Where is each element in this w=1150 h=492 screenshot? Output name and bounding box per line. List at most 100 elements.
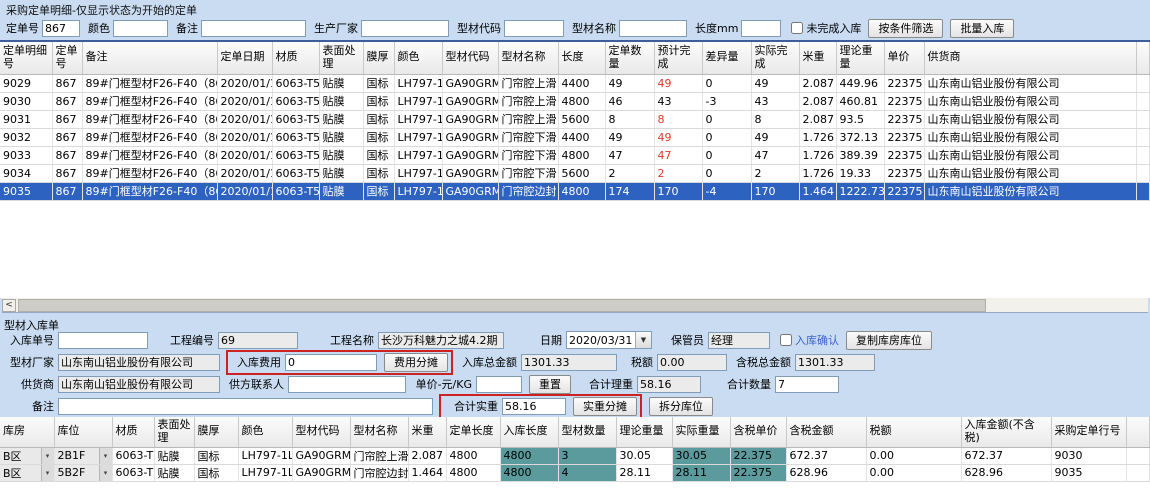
cell[interactable]: 6063-T5 [112,464,154,481]
filter-input-order-no[interactable] [42,20,80,37]
cell[interactable]: LH797-1LL0 [394,164,442,182]
cell[interactable]: 门帘腔边封 [350,464,408,481]
cell[interactable]: 6063-T5 [272,92,319,110]
cell[interactable]: 1222.73 [836,182,884,200]
cell[interactable]: 6063-T5 [272,128,319,146]
cell[interactable]: 4800 [558,92,605,110]
date-picker[interactable]: ▼ [566,331,652,349]
cell[interactable]: LH797-1LL0 [394,128,442,146]
cell[interactable]: 0 [702,146,751,164]
cell[interactable]: -4 [702,182,751,200]
cell[interactable]: 89#门框型材F26-F40（866+867） [82,182,217,200]
project-no-input[interactable] [218,332,298,349]
cell[interactable]: 89#门框型材F26-F40（866+867） [82,74,217,92]
cell[interactable]: 2020/01/13 [217,128,272,146]
cell[interactable]: GA90GRM03 [442,110,498,128]
cell[interactable]: GA90GRM03 [442,74,498,92]
cell[interactable]: 国标 [194,447,238,464]
horizontal-scrollbar[interactable]: < [2,298,1148,313]
cell[interactable]: 49 [751,128,799,146]
copy-warehouse-location-button[interactable]: 复制库房库位 [846,331,932,350]
filter-input-remark[interactable] [201,20,306,37]
cell[interactable]: 49 [605,128,654,146]
total-qty-input[interactable] [775,376,839,393]
cell[interactable]: 22375 [884,74,924,92]
cell[interactable]: 门帘腔下滑 [498,128,558,146]
cell[interactable]: 93.5 [836,110,884,128]
cell-combo[interactable]: 5B2F▾ [55,465,112,481]
cell[interactable]: 山东南山铝业股份有限公司 [924,74,1136,92]
cell[interactable]: 867 [52,92,82,110]
cell[interactable]: 2 [751,164,799,182]
order-table-row[interactable]: 903086789#门框型材F26-F40（866+867）2020/01/13… [0,92,1150,110]
cell[interactable]: 门帘腔边封 [498,182,558,200]
cell[interactable]: 门帘腔上滑 [498,110,558,128]
cell[interactable]: 672.37 [961,447,1051,464]
cell[interactable]: LH797-1LL0 [238,464,292,481]
cell[interactable]: GA90GRM04 [442,146,498,164]
cell[interactable]: 2.087 [799,92,836,110]
project-name-input[interactable] [378,332,504,349]
cell[interactable]: 9030 [0,92,52,110]
cell[interactable]: 山东南山铝业股份有限公司 [924,128,1136,146]
cell[interactable]: 1.726 [799,146,836,164]
cell[interactable]: 1.464 [799,182,836,200]
cell[interactable]: 6063-T5 [272,110,319,128]
cell[interactable]: 山东南山铝业股份有限公司 [924,110,1136,128]
cell[interactable]: 2020/01/13 [217,110,272,128]
cell[interactable]: GA90GRM03 [442,92,498,110]
split-location-button[interactable]: 拆分库位 [649,397,713,416]
filter-input-profile-name[interactable] [619,20,687,37]
cell[interactable]: 0 [702,110,751,128]
cell[interactable]: 贴膜 [319,182,363,200]
chevron-down-icon[interactable]: ▾ [41,465,54,481]
cell[interactable]: GA90GRM05 [292,464,350,481]
cell[interactable]: 28.11 [616,464,672,481]
cell[interactable]: 460.81 [836,92,884,110]
cell[interactable]: 国标 [194,464,238,481]
cell[interactable]: 国标 [363,74,394,92]
cell[interactable]: 山东南山铝业股份有限公司 [924,164,1136,182]
cell[interactable]: 49 [751,74,799,92]
batch-inbound-button[interactable]: 批量入库 [950,19,1014,38]
cell[interactable]: 2020/01/13 [217,146,272,164]
cell[interactable]: 6063-T5 [112,447,154,464]
cell[interactable]: 1.726 [799,164,836,182]
remark-input[interactable] [58,398,433,415]
cell[interactable]: 672.37 [786,447,866,464]
cell[interactable]: GA90GRM04 [442,128,498,146]
cell[interactable]: 2B1F▾ [54,447,112,464]
order-table-row[interactable]: 903586789#门框型材F26-F40（866+867）2020/01/13… [0,182,1150,200]
cell[interactable]: 4800 [558,182,605,200]
filter-input-profile-code[interactable] [504,20,564,37]
cell[interactable]: 22375 [884,182,924,200]
filter-input-length[interactable] [741,20,781,37]
cell[interactable]: LH797-1LL0 [394,110,442,128]
cell[interactable]: 867 [52,128,82,146]
cell[interactable]: 867 [52,110,82,128]
cell[interactable]: 5600 [558,164,605,182]
cell[interactable]: 43 [654,92,702,110]
cell[interactable]: 5B2F▾ [54,464,112,481]
cell[interactable]: 6063-T5 [272,146,319,164]
cell[interactable]: 170 [751,182,799,200]
cell[interactable]: 1.464 [408,464,446,481]
cell[interactable]: 4400 [558,74,605,92]
inbound-table-row[interactable]: B区▾2B1F▾6063-T5贴膜国标LH797-1LL0GA90GRM03门帘… [0,447,1150,464]
cell[interactable]: 89#门框型材F26-F40（866+867） [82,146,217,164]
cell[interactable]: GA90GRM05 [442,182,498,200]
cell[interactable]: 0 [702,74,751,92]
cell[interactable]: 门帘腔上滑 [498,74,558,92]
cell[interactable]: 22375 [884,128,924,146]
cell[interactable]: 国标 [363,92,394,110]
cell[interactable]: 门帘腔下滑 [498,146,558,164]
cell[interactable]: 2020/01/13 [217,164,272,182]
cell[interactable]: 30.05 [672,447,730,464]
cell[interactable]: 2.087 [408,447,446,464]
cell[interactable]: 47 [654,146,702,164]
cell[interactable]: 22375 [884,164,924,182]
cell[interactable]: 4 [558,464,616,481]
supplier-input[interactable] [58,376,220,393]
cell[interactable]: 2 [605,164,654,182]
scroll-left-arrow-icon[interactable]: < [2,299,16,312]
